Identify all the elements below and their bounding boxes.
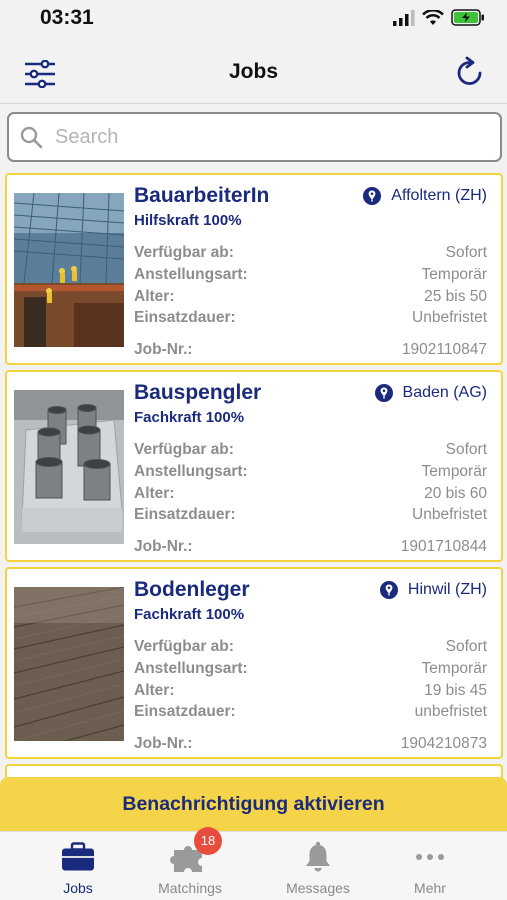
- job-number-row: Job-Nr.: 1901710844: [134, 538, 487, 556]
- job-image-pipes: [14, 390, 124, 544]
- job-field-row: Verfügbar ab: Sofort: [134, 244, 487, 262]
- signal-icon: [393, 9, 415, 26]
- tab-matchings[interactable]: 18 Matchings: [140, 827, 240, 896]
- job-location-label: Hinwil (ZH): [407, 581, 487, 598]
- field-label: Einsatzdauer:: [134, 309, 236, 326]
- page-title: Jobs: [228, 60, 278, 83]
- job-field-row: Einsatzdauer: Unbefristet: [134, 309, 487, 327]
- status-time: 03:31: [40, 6, 94, 29]
- enable-notifications-button[interactable]: Benachrichtigung aktivieren: [0, 777, 507, 831]
- field-label: Verfügbar ab:: [134, 441, 234, 458]
- job-field-row: Anstellungsart: Temporär: [134, 660, 487, 678]
- matchings-badge: 18: [194, 827, 222, 855]
- more-icon: [416, 854, 444, 860]
- job-number-label: Job-Nr.:: [134, 341, 193, 358]
- job-subtitle: Hilfskraft 100%: [134, 212, 242, 229]
- refresh-icon[interactable]: [453, 56, 487, 90]
- job-field-row: Einsatzdauer: Unbefristet: [134, 506, 487, 524]
- job-field-row: Verfügbar ab: Sofort: [134, 638, 487, 656]
- location-pin-icon: [379, 581, 398, 599]
- job-field-row: Verfügbar ab: Sofort: [134, 441, 487, 459]
- job-number-row: Job-Nr.: 1904210873: [134, 735, 487, 753]
- tab-label: Mehr: [414, 880, 446, 896]
- job-field-row: Anstellungsart: Temporär: [134, 463, 487, 481]
- field-value: Unbefristet: [412, 309, 487, 326]
- nav-bar: Jobs: [0, 42, 507, 104]
- job-number: 1904210873: [400, 735, 487, 752]
- briefcase-icon: [62, 842, 94, 871]
- field-label: Anstellungsart:: [134, 463, 248, 480]
- status-icons: [393, 9, 485, 26]
- location-pin-icon: [363, 187, 382, 205]
- field-value: Sofort: [445, 638, 487, 655]
- field-value: Temporär: [421, 463, 487, 480]
- app-screen: 03:31 Jobs Search BauarbeiterIn Hilfskra…: [0, 0, 507, 900]
- field-label: Alter:: [134, 682, 175, 699]
- job-subtitle: Fachkraft 100%: [134, 409, 245, 426]
- field-value: 19 bis 45: [424, 682, 487, 699]
- job-image-floor: [14, 587, 124, 741]
- tab-jobs[interactable]: Jobs: [28, 840, 128, 896]
- field-value: Unbefristet: [412, 506, 487, 523]
- wifi-icon: [422, 9, 444, 25]
- field-label: Anstellungsart:: [134, 266, 248, 283]
- tab-more[interactable]: Mehr: [380, 840, 480, 896]
- job-location: Hinwil (ZH): [379, 581, 487, 599]
- job-subtitle: Fachkraft 100%: [134, 606, 245, 623]
- job-number-label: Job-Nr.:: [134, 735, 193, 752]
- tab-messages[interactable]: Messages: [268, 840, 368, 896]
- search-input[interactable]: [55, 125, 475, 149]
- job-list: BauarbeiterIn Hilfskraft 100% Affoltern …: [5, 173, 503, 799]
- tab-label: Messages: [286, 880, 350, 896]
- job-number: 1901710844: [400, 538, 487, 555]
- tab-bar: Jobs 18 Matchings Messages Mehr: [0, 827, 507, 900]
- job-number-row: Job-Nr.: 1902110847: [134, 341, 487, 359]
- location-pin-icon: [374, 384, 393, 402]
- status-bar: 03:31: [0, 0, 507, 36]
- job-location-label: Baden (AG): [402, 384, 487, 401]
- field-value: 20 bis 60: [424, 485, 487, 502]
- job-location-label: Affoltern (ZH): [391, 187, 487, 204]
- field-value: unbefristet: [414, 703, 487, 720]
- job-title: BauarbeiterIn: [134, 184, 270, 207]
- job-number-label: Job-Nr.:: [134, 538, 193, 555]
- field-value: Sofort: [445, 244, 487, 261]
- field-label: Einsatzdauer:: [134, 703, 236, 720]
- field-label: Anstellungsart:: [134, 660, 248, 677]
- job-field-row: Alter: 19 bis 45: [134, 682, 487, 700]
- job-card[interactable]: Bodenleger Fachkraft 100% Hinwil (ZH) Ve…: [5, 567, 503, 759]
- field-label: Alter:: [134, 485, 175, 502]
- job-field-row: Alter: 25 bis 50: [134, 288, 487, 306]
- job-title: Bauspengler: [134, 381, 262, 404]
- search-icon: [20, 126, 43, 149]
- field-value: Temporär: [421, 660, 487, 677]
- field-value: Sofort: [445, 441, 487, 458]
- job-location: Baden (AG): [374, 384, 487, 402]
- tab-label: Jobs: [63, 880, 93, 896]
- bell-icon: [306, 841, 330, 872]
- job-location: Affoltern (ZH): [363, 187, 487, 205]
- job-number: 1902110847: [401, 341, 487, 358]
- field-label: Alter:: [134, 288, 175, 305]
- job-title: Bodenleger: [134, 578, 250, 601]
- battery-icon: [451, 9, 484, 26]
- field-label: Verfügbar ab:: [134, 244, 234, 261]
- job-field-row: Einsatzdauer: unbefristet: [134, 703, 487, 721]
- job-image-construction: [14, 193, 124, 347]
- field-label: Einsatzdauer:: [134, 506, 236, 523]
- job-field-row: Anstellungsart: Temporär: [134, 266, 487, 284]
- field-label: Verfügbar ab:: [134, 638, 234, 655]
- job-field-row: Alter: 20 bis 60: [134, 485, 487, 503]
- search-bar[interactable]: [7, 112, 502, 162]
- tab-label: Matchings: [158, 880, 222, 896]
- job-card[interactable]: Bauspengler Fachkraft 100% Baden (AG) Ve…: [5, 370, 503, 562]
- field-value: Temporär: [421, 266, 487, 283]
- field-value: 25 bis 50: [424, 288, 487, 305]
- job-card[interactable]: BauarbeiterIn Hilfskraft 100% Affoltern …: [5, 173, 503, 365]
